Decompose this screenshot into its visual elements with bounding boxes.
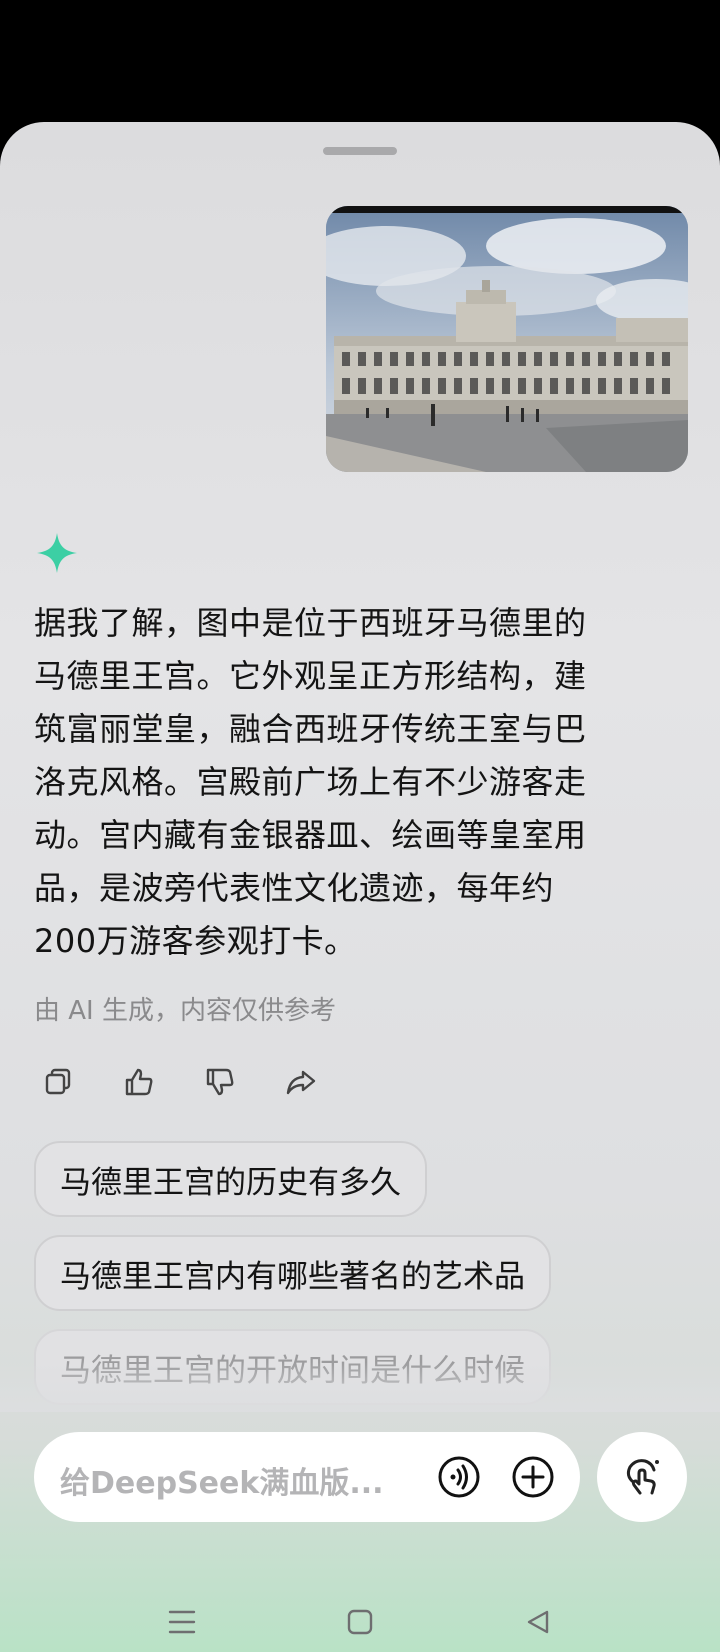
system-navigation-bar [0,1592,720,1652]
user-photo[interactable] [326,206,688,472]
copy-icon [45,1068,71,1095]
nav-menu-button[interactable] [162,1602,202,1642]
message-input[interactable]: 给DeepSeek满血版... [34,1432,580,1522]
thumbs-down-icon [206,1068,234,1096]
answer-line: 动。宫内藏有金银器皿、绘画等皇室用 [34,816,587,854]
answer-line: 200万游客参观打卡。 [34,922,357,960]
answer-line: 洛克风格。宫殿前广场上有不少游客走 [34,763,587,801]
like-button[interactable] [119,1062,159,1102]
answer-line: 据我了解，图中是位于西班牙马德里的 [34,604,587,642]
home-square-icon [347,1609,373,1635]
voice-button[interactable] [436,1454,482,1500]
assistant-sheet: 据我了解，图中是位于西班牙马德里的 马德里王宫。它外观呈正方形结构，建 筑富丽堂… [0,122,720,1652]
thumbs-up-icon [125,1068,153,1096]
add-button[interactable] [510,1454,556,1500]
copy-button[interactable] [38,1062,78,1102]
menu-icon [168,1610,196,1634]
share-button[interactable] [281,1062,321,1102]
tap-hand-icon [626,1459,659,1495]
answer-line: 品，是波旁代表性文化遗迹，每年约 [34,869,555,907]
scroll-fade [0,1362,720,1412]
suggestion-chip[interactable]: 马德里王宫的历史有多久 [34,1141,427,1217]
input-placeholder: 给DeepSeek满血版... [60,1466,384,1501]
nav-home-button[interactable] [340,1602,380,1642]
drag-handle[interactable] [323,147,397,155]
ai-answer-text: 据我了解，图中是位于西班牙马德里的 马德里王宫。它外观呈正方形结构，建 筑富丽堂… [34,597,674,968]
touch-assist-button[interactable] [597,1432,687,1522]
voice-wave-icon [438,1456,480,1498]
share-icon [286,1070,316,1095]
palace-photo-image [326,206,688,472]
plus-circle-icon [512,1456,554,1498]
ai-sparkle-icon [37,533,77,573]
back-triangle-icon [527,1610,549,1634]
answer-line: 马德里王宫。它外观呈正方形结构，建 [34,657,587,695]
answer-line: 筑富丽堂皇，融合西班牙传统王室与巴 [34,710,587,748]
nav-back-button[interactable] [518,1602,558,1642]
suggestion-chip[interactable]: 马德里王宫内有哪些著名的艺术品 [34,1235,551,1311]
dislike-button[interactable] [200,1062,240,1102]
ai-disclaimer: 由 AI 生成，内容仅供参考 [34,996,336,1026]
